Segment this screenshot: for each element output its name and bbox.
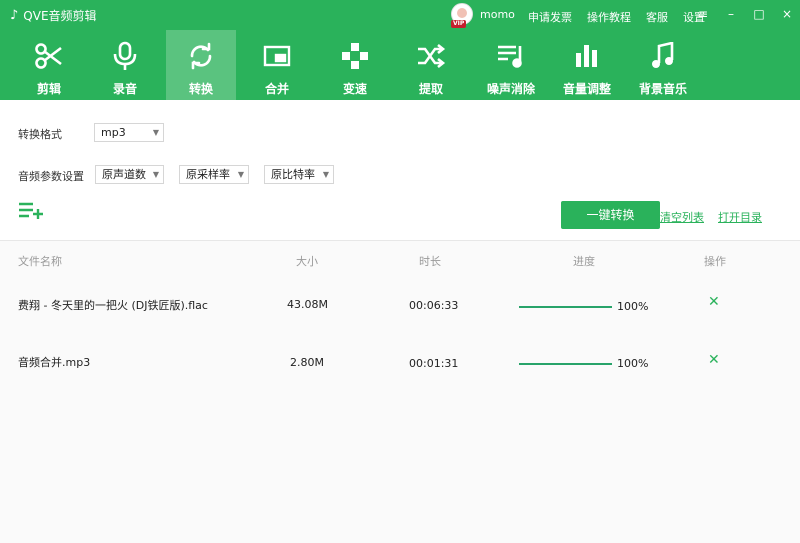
tool-cut[interactable]: 剪辑 [14, 30, 84, 100]
bit-rate-select[interactable]: 原比特率 ▼ [264, 165, 334, 184]
user-box[interactable]: VIP momo [451, 3, 515, 28]
delete-icon[interactable]: ✕ [708, 352, 720, 368]
vip-badge: VIP [451, 20, 467, 28]
speed-icon [341, 42, 369, 70]
file-name: 音频合并.mp3 [18, 356, 91, 369]
main-toolbar: 剪辑 录音 转换 合并 变速 提取 噪声消除 音量调整 背景音乐 [0, 30, 800, 100]
music-note-icon: ♪ [10, 8, 19, 23]
file-duration: 00:01:31 [409, 357, 459, 370]
sample-rate-select[interactable]: 原采样率 ▼ [179, 165, 249, 184]
shuffle-icon [416, 42, 446, 70]
header-progress: 进度 [573, 255, 595, 268]
menu-button[interactable]: ≡ [696, 7, 710, 21]
add-files-icon[interactable] [18, 201, 44, 223]
file-size: 2.80M [290, 356, 324, 369]
tool-label: 录音 [112, 82, 137, 96]
progress-bar [519, 363, 612, 365]
app-title-text: QVE音频剪辑 [23, 9, 97, 23]
header-ops: 操作 [704, 255, 726, 268]
convert-icon [187, 42, 215, 70]
tool-label: 音量调整 [562, 82, 611, 96]
bit-rate-select-value: 原比特率 [271, 168, 315, 181]
tool-merge[interactable]: 合并 [242, 30, 312, 100]
tool-label: 剪辑 [36, 82, 61, 96]
chevron-down-icon: ▼ [237, 170, 244, 179]
format-select-value: mp3 [101, 126, 126, 139]
tool-convert[interactable]: 转换 [166, 30, 236, 100]
progress-bar [519, 306, 612, 308]
channels-select[interactable]: 原声道数 ▼ [95, 165, 164, 184]
progress-text: 100% [617, 300, 649, 313]
microphone-icon [112, 41, 138, 70]
tool-speed[interactable]: 变速 [320, 30, 390, 100]
volume-bars-icon [575, 42, 599, 70]
invoice-link[interactable]: 申请发票 [528, 9, 572, 25]
format-label: 转换格式 [18, 128, 62, 141]
app-title: ♪ QVE音频剪辑 [10, 7, 97, 24]
file-duration: 00:06:33 [409, 299, 459, 312]
tool-extract[interactable]: 提取 [396, 30, 466, 100]
channels-select-value: 原声道数 [102, 168, 146, 181]
tool-record[interactable]: 录音 [90, 30, 160, 100]
tool-label: 变速 [342, 82, 367, 96]
chevron-down-icon: ▼ [152, 170, 159, 179]
open-directory-link[interactable]: 打开目录 [718, 209, 762, 225]
tool-label: 合并 [264, 82, 289, 96]
file-size: 43.08M [287, 298, 328, 311]
merge-icon [263, 42, 291, 70]
chevron-down-icon: ▼ [322, 170, 329, 179]
header-bar: ♪ QVE音频剪辑 VIP momo 申请发票 操作教程 客服 设置 ≡ – □… [0, 0, 800, 100]
progress-text: 100% [617, 357, 649, 370]
tool-label: 背景音乐 [638, 82, 687, 96]
tool-noise-reduction[interactable]: 噪声消除 [472, 30, 550, 100]
username[interactable]: momo [480, 8, 515, 21]
minimize-button[interactable]: – [724, 7, 738, 21]
chevron-down-icon: ▼ [152, 128, 159, 137]
tool-background-music[interactable]: 背景音乐 [624, 30, 702, 100]
scissors-icon [34, 42, 64, 70]
tutorial-link[interactable]: 操作教程 [587, 9, 631, 25]
file-name: 费翔 - 冬天里的一把火 (DJ铁匠版).flac [18, 299, 208, 312]
close-button[interactable]: × [780, 7, 794, 21]
window-controls: ≡ – □ × [696, 7, 794, 21]
clear-list-link[interactable]: 清空列表 [660, 209, 704, 225]
avatar[interactable]: VIP [451, 3, 473, 28]
maximize-button[interactable]: □ [752, 7, 766, 21]
audio-params-label: 音频参数设置 [18, 170, 84, 183]
header-duration: 时长 [419, 255, 441, 268]
tool-label: 提取 [418, 82, 443, 96]
top-links: 申请发票 操作教程 客服 设置 [528, 9, 720, 25]
table-row[interactable]: 费翔 - 冬天里的一把火 (DJ铁匠版).flac 43.08M 00:06:3… [0, 284, 800, 324]
table-row[interactable]: 音频合并.mp3 2.80M 00:01:31 100% ✕ [0, 341, 800, 381]
convert-button[interactable]: 一键转换 [561, 201, 660, 229]
format-select[interactable]: mp3 ▼ [94, 123, 164, 142]
sample-rate-select-value: 原采样率 [186, 168, 230, 181]
header-size: 大小 [296, 255, 318, 268]
noise-icon [496, 42, 526, 70]
title-bar: ♪ QVE音频剪辑 VIP momo 申请发票 操作教程 客服 设置 ≡ – □… [0, 0, 800, 30]
header-name: 文件名称 [18, 255, 62, 268]
delete-icon[interactable]: ✕ [708, 294, 720, 310]
music-note-icon [651, 42, 675, 70]
support-link[interactable]: 客服 [646, 9, 668, 25]
tool-label: 转换 [188, 82, 213, 96]
tool-volume[interactable]: 音量调整 [548, 30, 626, 100]
tool-label: 噪声消除 [486, 82, 535, 96]
